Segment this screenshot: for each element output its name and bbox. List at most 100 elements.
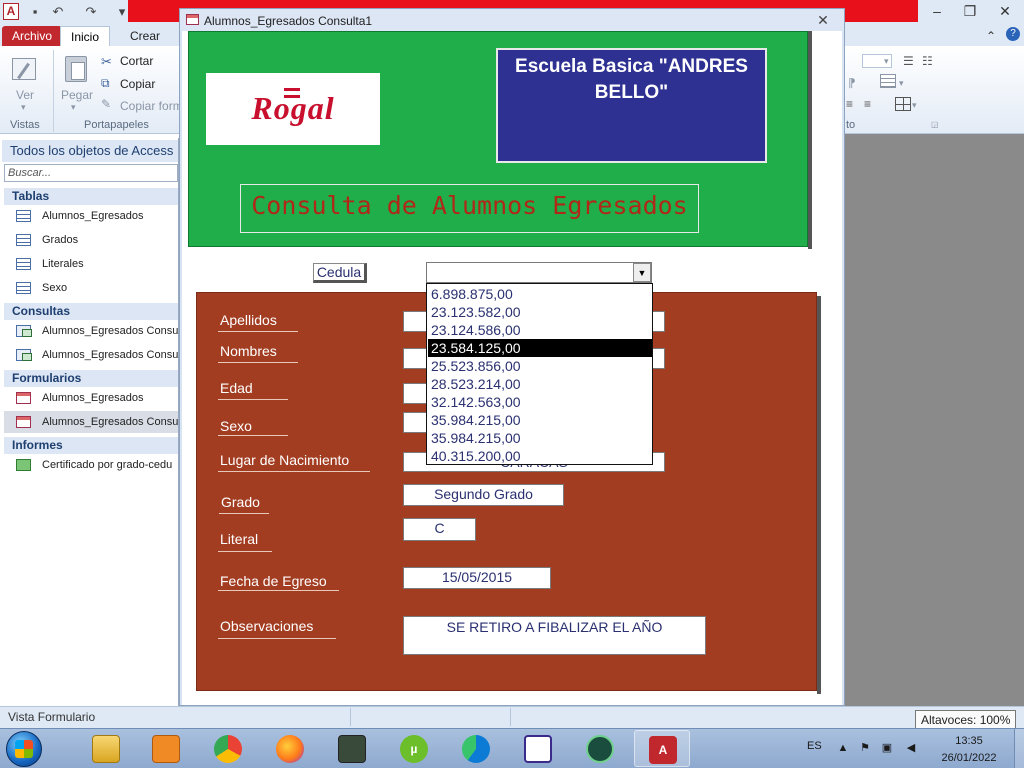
taskbar-app-network[interactable] — [510, 730, 566, 767]
nav-item-report[interactable]: Certificado por grado-cedu — [4, 454, 178, 476]
taskbar-access[interactable]: A — [634, 730, 690, 767]
nav-item-form[interactable]: Alumnos_Egresados — [4, 387, 178, 409]
nav-pane-header[interactable]: Todos los objetos de Access — [2, 140, 178, 162]
query-icon — [16, 325, 32, 337]
help-icon[interactable]: ? — [1006, 27, 1020, 41]
speaker-icon[interactable]: ◀ — [904, 741, 918, 755]
dropdown-option[interactable]: 32.142.563,00 — [428, 393, 652, 411]
table-icon — [16, 234, 31, 246]
dropdown-option[interactable]: 23.124.586,00 — [428, 321, 652, 339]
paste-button[interactable]: Pegar — [61, 88, 93, 102]
copy-button[interactable]: Copiar — [120, 77, 155, 91]
fecha-egreso-field[interactable]: 15/05/2015 — [403, 567, 551, 589]
media-player-icon — [152, 735, 180, 763]
lugar-nacimiento-label: Lugar de Nacimiento — [220, 452, 350, 468]
tab-crear[interactable]: Crear — [120, 26, 170, 46]
taskbar-utorrent[interactable]: µ — [386, 730, 442, 767]
paste-dropdown-icon[interactable]: ▾ — [71, 102, 76, 113]
form-close-icon[interactable]: ✕ — [815, 12, 831, 28]
indent-icon[interactable]: ⁋ — [848, 76, 856, 90]
view-icon[interactable] — [8, 54, 40, 84]
undo-icon[interactable]: ↶ — [50, 4, 66, 20]
collapse-ribbon-icon[interactable]: ⌃ — [986, 29, 996, 43]
nav-item-table[interactable]: Sexo — [4, 277, 178, 299]
nav-item-query[interactable]: Alumnos_Egresados Consu — [4, 344, 178, 366]
label-underline — [219, 513, 269, 514]
paste-icon[interactable] — [62, 54, 90, 84]
copy-icon: ⧉ — [101, 76, 110, 90]
detail-shadow — [817, 296, 821, 694]
taskbar-task-manager[interactable] — [324, 730, 380, 767]
language-indicator[interactable]: ES — [807, 740, 822, 752]
show-desktop-button[interactable] — [1014, 729, 1024, 768]
dropdown-option[interactable]: 6.898.875,00 — [428, 285, 652, 303]
dropdown-option[interactable]: 35.984.215,00 — [428, 411, 652, 429]
nav-item-label: Literales — [42, 258, 84, 270]
minimize-icon[interactable]: – — [922, 2, 952, 20]
observaciones-label: Observaciones — [220, 618, 314, 634]
taskbar-app-check[interactable] — [572, 730, 628, 767]
dropdown-option[interactable]: 40.315.200,00 — [428, 447, 652, 465]
literal-field[interactable]: C — [403, 518, 476, 541]
taskbar-chrome[interactable] — [200, 730, 256, 767]
label-underline — [218, 435, 288, 436]
nombres-label: Nombres — [220, 343, 277, 359]
format-painter-button[interactable]: Copiar form — [120, 99, 183, 113]
windows-logo-icon — [15, 740, 33, 758]
view-dropdown-icon[interactable]: ▾ — [21, 102, 26, 113]
gridlines-dropdown-icon[interactable]: ▾ — [899, 78, 904, 89]
dropdown-option-selected[interactable]: 23.584.125,00 — [428, 339, 652, 357]
align-left-icon[interactable]: ≡ — [846, 97, 853, 111]
chevron-down-icon[interactable]: ▼ — [633, 263, 651, 282]
access-app-icon[interactable]: A — [3, 3, 19, 20]
status-text: Vista Formulario — [8, 710, 96, 724]
dropdown-option[interactable]: 35.984.215,00 — [428, 429, 652, 447]
nav-item-form-selected[interactable]: Alumnos_Egresados Consu — [4, 411, 178, 433]
bullets-icon[interactable]: ☰ — [903, 54, 914, 68]
borders-icon[interactable] — [895, 97, 911, 111]
status-divider — [350, 708, 351, 726]
borders-dropdown-icon[interactable]: ▾ — [912, 100, 917, 111]
nav-group-informes[interactable]: Informes — [4, 437, 178, 454]
taskbar-media-player[interactable] — [138, 730, 194, 767]
cedula-combo[interactable] — [426, 262, 652, 283]
dropdown-option[interactable]: 25.523.856,00 — [428, 357, 652, 375]
nav-item-query[interactable]: Alumnos_Egresados Consu — [4, 320, 178, 342]
nav-group-tablas[interactable]: Tablas — [4, 188, 178, 205]
save-icon[interactable]: ▪ — [27, 4, 43, 20]
tab-inicio[interactable]: Inicio — [60, 26, 111, 46]
observaciones-field[interactable]: SE RETIRO A FIBALIZAR EL AÑO — [403, 616, 706, 655]
access-icon: A — [649, 736, 677, 764]
nav-item-table[interactable]: Alumnos_Egresados — [4, 205, 178, 227]
nav-item-table[interactable]: Grados — [4, 229, 178, 251]
form-title: Alumnos_Egresados Consulta1 — [204, 14, 373, 28]
align-right-icon[interactable]: ≡ — [864, 97, 871, 111]
gridlines-icon[interactable] — [880, 74, 896, 88]
restore-icon[interactable]: ❐ — [955, 2, 985, 20]
nav-item-label: Alumnos_Egresados — [42, 392, 144, 404]
nav-group-formularios[interactable]: Formularios — [4, 370, 178, 387]
nav-item-table[interactable]: Literales — [4, 253, 178, 275]
dialog-launcher-icon[interactable]: ◲ — [931, 120, 939, 129]
view-button[interactable]: Ver — [16, 88, 34, 102]
redo-icon[interactable]: ↷ — [83, 4, 99, 20]
tab-archivo[interactable]: Archivo — [2, 26, 63, 46]
clock-time[interactable]: 13:35 — [930, 735, 1008, 747]
dropdown-option[interactable]: 28.523.214,00 — [428, 375, 652, 393]
grado-field[interactable]: Segundo Grado — [403, 484, 564, 506]
taskbar-explorer[interactable] — [78, 730, 134, 767]
tray-expand-icon[interactable]: ▲ — [836, 741, 850, 755]
close-icon[interactable]: ✕ — [990, 2, 1020, 20]
font-size-dropdown-icon[interactable]: ▾ — [884, 56, 889, 67]
nav-item-label: Alumnos_Egresados Consu — [42, 325, 178, 337]
nav-search-input[interactable]: Buscar... — [4, 164, 178, 182]
taskbar-edge[interactable] — [448, 730, 504, 767]
network-icon[interactable]: ▣ — [880, 741, 894, 755]
numbering-icon[interactable]: ☷ — [922, 54, 933, 68]
nav-group-consultas[interactable]: Consultas — [4, 303, 178, 320]
dropdown-option[interactable]: 23.123.582,00 — [428, 303, 652, 321]
taskbar-firefox[interactable] — [262, 730, 318, 767]
clock-date[interactable]: 26/01/2022 — [930, 752, 1008, 764]
cut-button[interactable]: Cortar — [120, 54, 153, 68]
action-center-icon[interactable]: ⚑ — [858, 741, 872, 755]
